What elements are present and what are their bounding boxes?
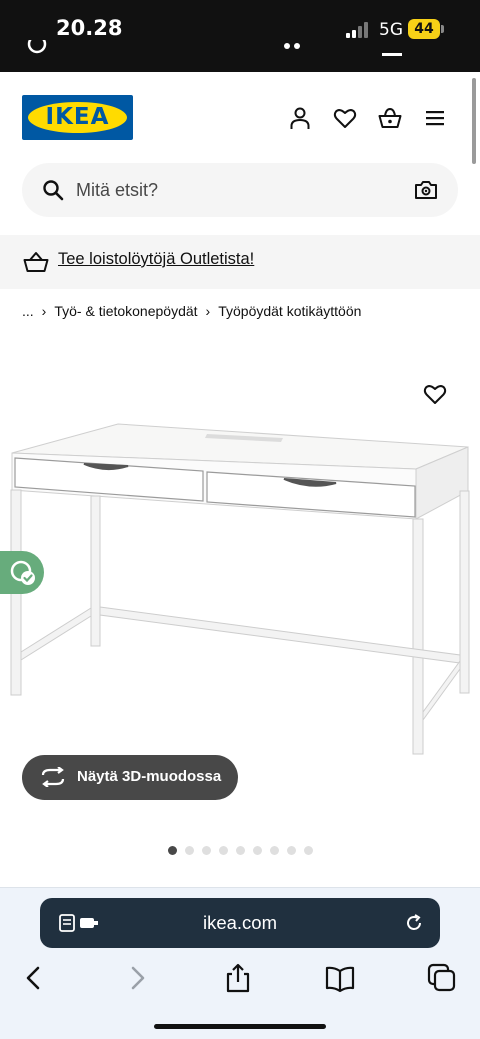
pagination-dot[interactable] bbox=[303, 846, 313, 855]
breadcrumb-item[interactable]: Työpöydät kotikäyttöön bbox=[218, 303, 361, 319]
battery-indicator: 44 bbox=[408, 19, 440, 39]
status-time: 20.28 bbox=[56, 16, 123, 40]
address-bar[interactable]: ikea.com bbox=[40, 898, 440, 948]
bookmarks-icon[interactable] bbox=[325, 963, 355, 993]
url-text: ikea.com bbox=[202, 912, 278, 933]
pagination-dot[interactable] bbox=[235, 846, 245, 855]
network-type: 5G bbox=[379, 20, 403, 40]
pagination-dot[interactable] bbox=[218, 846, 228, 855]
floating-assistant-badge[interactable] bbox=[0, 551, 44, 594]
breadcrumb-item[interactable]: Työ- & tietokonepöydät bbox=[54, 303, 197, 319]
breadcrumb-separator-icon: › bbox=[41, 303, 47, 319]
breadcrumb: ... › Työ- & tietokonepöydät › Työpöydät kot… bbox=[22, 303, 361, 319]
view-3d-label: Näytä 3D-muodossa bbox=[77, 768, 222, 785]
site-header: IKEA bbox=[0, 72, 480, 162]
menu-icon[interactable] bbox=[423, 106, 447, 130]
home-indicator[interactable] bbox=[154, 1024, 326, 1029]
pagination-dot[interactable] bbox=[167, 846, 177, 855]
peek-icon bbox=[27, 40, 47, 54]
browser-toolbar: ikea.com bbox=[0, 887, 480, 1039]
ikea-logo[interactable]: IKEA bbox=[22, 95, 133, 140]
pagination-dot[interactable] bbox=[269, 846, 279, 855]
camera-search-icon[interactable] bbox=[414, 178, 438, 202]
logo-text: IKEA bbox=[45, 104, 110, 130]
cart-icon[interactable] bbox=[378, 106, 402, 130]
pagination-dot[interactable] bbox=[201, 846, 211, 855]
heart-icon[interactable] bbox=[333, 106, 357, 130]
battery-tip bbox=[441, 25, 444, 33]
pagination-dot[interactable] bbox=[252, 846, 262, 855]
add-to-favourites-icon[interactable] bbox=[423, 382, 447, 406]
reload-icon[interactable] bbox=[404, 913, 424, 933]
cycle-check-icon bbox=[10, 560, 35, 585]
basket-icon bbox=[23, 252, 49, 272]
pagination-dot[interactable] bbox=[286, 846, 296, 855]
logo-oval: IKEA bbox=[28, 102, 127, 133]
share-icon[interactable] bbox=[223, 963, 253, 993]
search-input[interactable] bbox=[76, 163, 396, 217]
status-bar: 20.28 5G 44 bbox=[0, 0, 480, 72]
image-pagination bbox=[0, 842, 480, 855]
promo-banner[interactable]: Tee loistolöytöjä Outletista! bbox=[0, 235, 480, 289]
rotate-3d-icon bbox=[41, 767, 65, 787]
peek-icon bbox=[284, 43, 300, 49]
user-icon[interactable] bbox=[288, 106, 312, 130]
forward-icon[interactable] bbox=[122, 963, 152, 993]
product-image[interactable] bbox=[0, 370, 480, 770]
breadcrumb-separator-icon: › bbox=[205, 303, 211, 319]
promo-link[interactable]: Tee loistolöytöjä Outletista! bbox=[58, 250, 254, 269]
signal-icon bbox=[346, 22, 372, 38]
scrollbar[interactable] bbox=[472, 78, 476, 164]
back-icon[interactable] bbox=[19, 963, 49, 993]
tabs-icon[interactable] bbox=[427, 963, 457, 993]
pagination-dot[interactable] bbox=[184, 846, 194, 855]
search-icon bbox=[43, 180, 64, 201]
view-3d-button[interactable]: Näytä 3D-muodossa bbox=[22, 755, 238, 800]
peek-icon bbox=[382, 53, 402, 56]
search-bar[interactable] bbox=[22, 163, 458, 217]
breadcrumb-item[interactable]: ... bbox=[22, 303, 34, 319]
